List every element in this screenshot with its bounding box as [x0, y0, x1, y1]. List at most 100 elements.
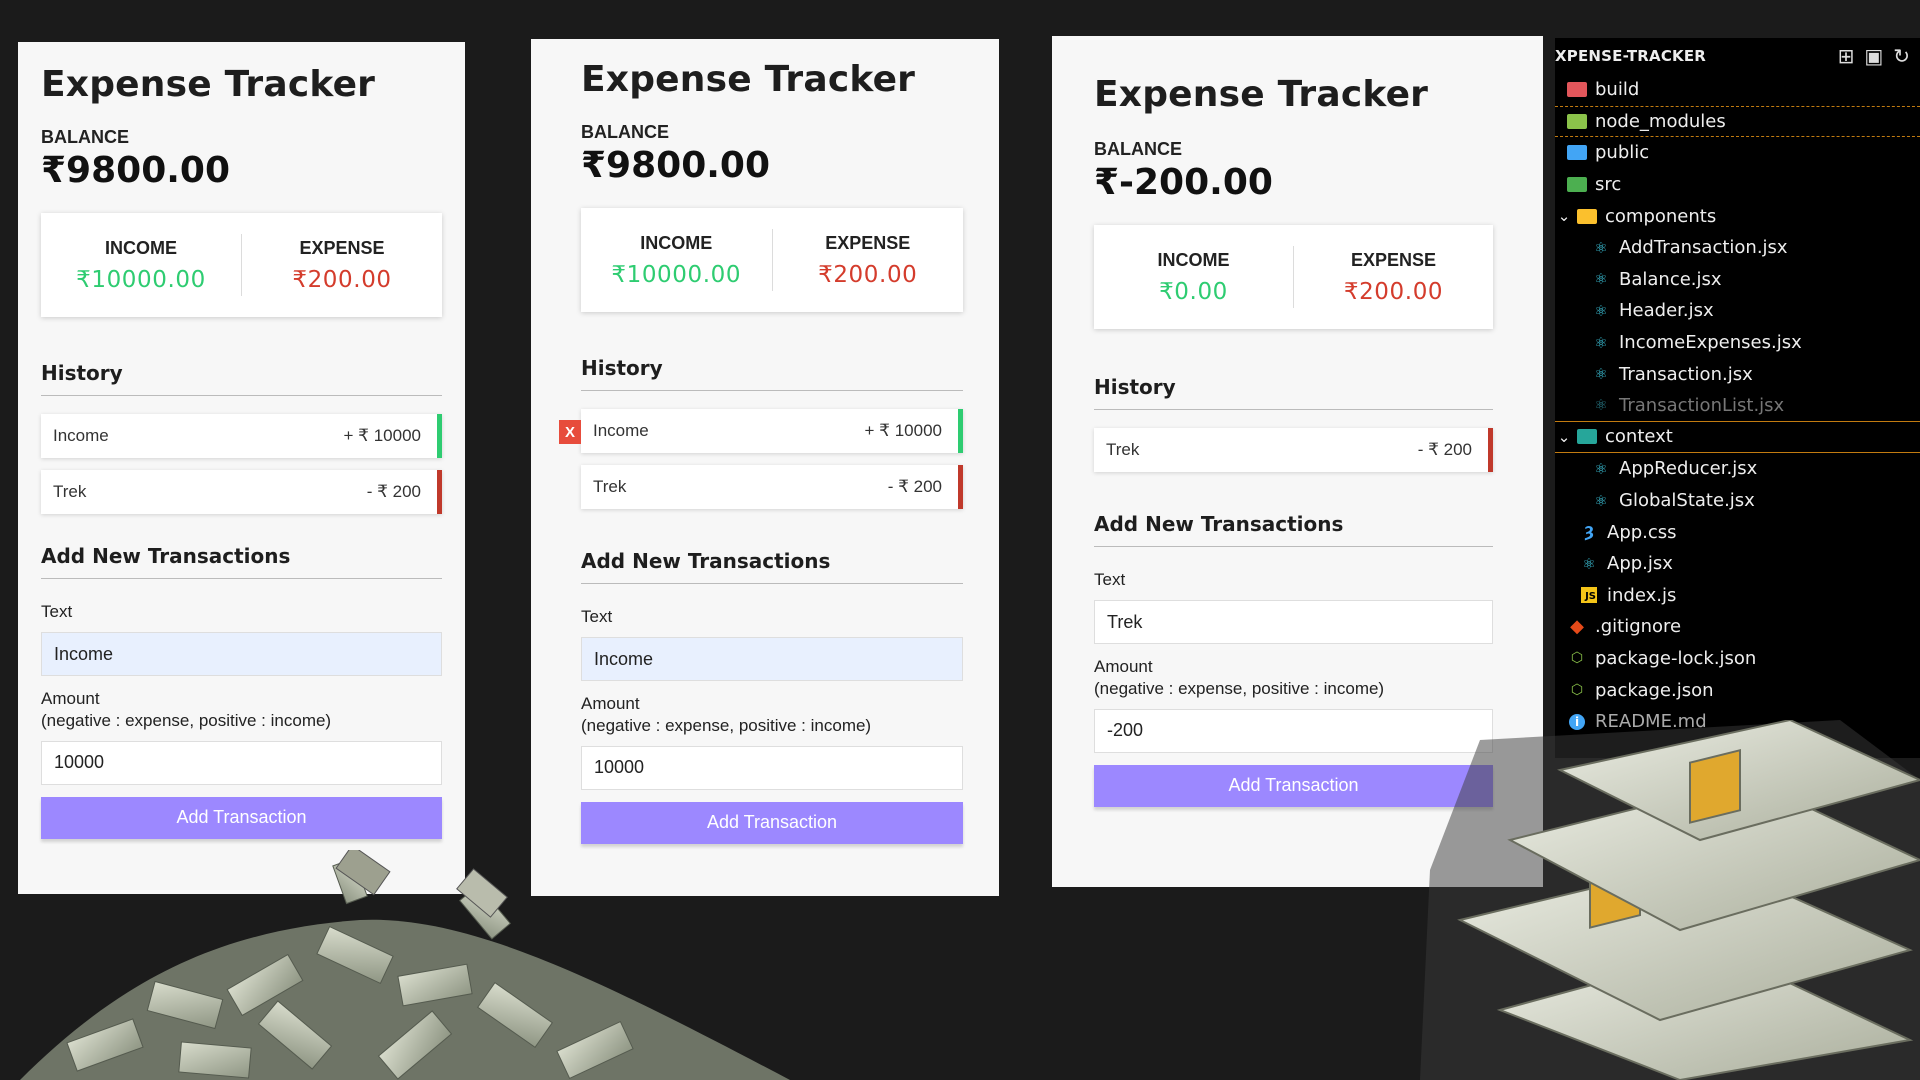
chevron-down-icon: ⌄: [1557, 427, 1571, 446]
tree-item-addtransaction[interactable]: ⚛ AddTransaction.jsx: [1555, 232, 1920, 264]
text-input[interactable]: [41, 632, 442, 677]
new-file-icon[interactable]: ⊞: [1838, 44, 1855, 68]
income-column: INCOME ₹10000.00: [41, 238, 241, 293]
transaction-amount: + ₹ 10000: [864, 421, 942, 440]
add-transaction-title: Add New Transactions: [581, 549, 963, 584]
tree-item-label: Balance.jsx: [1619, 268, 1722, 290]
text-label: Text: [1094, 570, 1126, 589]
expense-value: ₹200.00: [1343, 278, 1444, 305]
react-icon: ⚛: [1594, 365, 1608, 384]
tree-item-package-json[interactable]: ⬡ package.json: [1555, 674, 1920, 706]
income-expense-card: INCOME ₹0.00 EXPENSE ₹200.00: [1094, 225, 1493, 329]
income-value: ₹10000.00: [611, 261, 742, 288]
transaction-text: Income: [593, 421, 649, 440]
balance-value: ₹9800.00: [581, 145, 771, 186]
react-icon: ⚛: [1594, 396, 1608, 415]
tree-item-incomeexpenses[interactable]: ⚛ IncomeExpenses.jsx: [1555, 327, 1920, 359]
amount-label: Amount (negative : expense, positive : i…: [1094, 656, 1493, 699]
expense-value: ₹200.00: [818, 261, 918, 288]
tree-item-build[interactable]: build: [1555, 74, 1920, 106]
expense-column: EXPENSE ₹200.00: [242, 238, 442, 293]
tree-item-transactionlist[interactable]: ⚛ TransactionList.jsx: [1555, 390, 1920, 422]
expense-tracker-panel-1: Expense Tracker BALANCE ₹9800.00 INCOME …: [18, 42, 465, 894]
expense-value: ₹200.00: [292, 266, 392, 293]
folder-open-icon: [1575, 207, 1599, 225]
transaction-text: Trek: [53, 482, 87, 501]
css-icon: Ȝ: [1583, 523, 1595, 542]
history-title: History: [41, 361, 442, 396]
tree-item-app-jsx[interactable]: ⚛ App.jsx: [1555, 548, 1920, 580]
refresh-icon[interactable]: ↻: [1893, 44, 1910, 68]
tree-item-node-modules[interactable]: node_modules: [1555, 105, 1920, 138]
text-input[interactable]: [1094, 600, 1493, 645]
expense-label: EXPENSE: [299, 237, 385, 258]
npm-icon: ⬡: [1570, 682, 1584, 699]
tree-item-label: components: [1605, 205, 1717, 227]
list-item[interactable]: Trek - ₹ 200: [581, 465, 963, 509]
tree-item-globalstate[interactable]: ⚛ GlobalState.jsx: [1555, 485, 1920, 517]
folder-icon: [1565, 112, 1589, 130]
add-transaction-button[interactable]: Add Transaction: [581, 801, 963, 844]
tree-item-components[interactable]: ⌄ components: [1555, 200, 1920, 232]
amount-hint: (negative : expense, positive : income): [41, 710, 332, 730]
explorer-actions: ⊞ ▣ ↻: [1838, 44, 1910, 68]
tree-item-transaction[interactable]: ⚛ Transaction.jsx: [1555, 358, 1920, 390]
tree-item-index-js[interactable]: JS index.js: [1555, 580, 1920, 612]
list-item[interactable]: Trek - ₹ 200: [1094, 428, 1493, 472]
income-expense-card: INCOME ₹10000.00 EXPENSE ₹200.00: [41, 213, 442, 317]
income-label: INCOME: [1157, 249, 1230, 270]
transaction-amount: - ₹ 200: [1417, 440, 1472, 459]
income-expense-card: INCOME ₹10000.00 EXPENSE ₹200.00: [581, 208, 963, 312]
amount-label: Amount (negative : expense, positive : i…: [41, 688, 442, 731]
explorer-title: XPENSE-TRACKER: [1555, 47, 1707, 65]
expense-column: EXPENSE ₹200.00: [773, 233, 964, 288]
list-item[interactable]: X Income + ₹ 10000: [559, 409, 963, 453]
delete-button[interactable]: X: [559, 420, 581, 444]
transaction-amount: - ₹ 200: [887, 477, 942, 496]
tree-item-label: node_modules: [1595, 110, 1726, 132]
tree-item-label: TransactionList.jsx: [1619, 394, 1785, 416]
tree-item-src[interactable]: src: [1555, 169, 1920, 201]
app-title: Expense Tracker: [41, 64, 376, 105]
transaction-list: Trek - ₹ 200: [1094, 428, 1493, 472]
tree-item-app-css[interactable]: Ȝ App.css: [1555, 516, 1920, 548]
js-icon: JS: [1577, 586, 1601, 604]
explorer-header: XPENSE-TRACKER ⊞ ▣ ↻: [1555, 38, 1920, 74]
tree-item-balance[interactable]: ⚛ Balance.jsx: [1555, 264, 1920, 296]
amount-input[interactable]: [41, 740, 442, 785]
expense-label: EXPENSE: [1350, 249, 1437, 270]
text-input[interactable]: [581, 637, 963, 682]
amount-label: Amount (negative : expense, positive : i…: [581, 693, 963, 736]
react-icon: ⚛: [1594, 333, 1608, 352]
amount-label-text: Amount: [581, 694, 640, 714]
react-icon: ⚛: [1594, 491, 1608, 510]
add-transaction-button[interactable]: Add Transaction: [41, 796, 442, 839]
tree-item-label: src: [1595, 174, 1622, 196]
income-column: INCOME ₹10000.00: [581, 233, 772, 288]
income-column: INCOME ₹0.00: [1094, 250, 1293, 305]
expense-column: EXPENSE ₹200.00: [1294, 250, 1493, 305]
amount-label-text: Amount: [41, 689, 100, 709]
expense-tracker-panel-2: Expense Tracker BALANCE ₹9800.00 INCOME …: [531, 39, 999, 896]
balance-value: ₹9800.00: [41, 150, 231, 191]
transaction-list: Income + ₹ 10000 Trek - ₹ 200: [41, 414, 442, 514]
income-label: INCOME: [105, 237, 177, 258]
balance-label: BALANCE: [1094, 139, 1182, 159]
list-item[interactable]: Income + ₹ 10000: [41, 414, 442, 458]
tree-item-package-lock[interactable]: ⬡ package-lock.json: [1555, 643, 1920, 675]
react-icon: ⚛: [1594, 238, 1608, 257]
folder-open-icon: [1575, 428, 1599, 446]
list-item[interactable]: Trek - ₹ 200: [41, 470, 442, 514]
new-folder-icon[interactable]: ▣: [1864, 44, 1883, 68]
tree-item-public[interactable]: public: [1555, 137, 1920, 169]
balance-label: BALANCE: [41, 127, 129, 147]
tree-item-gitignore[interactable]: ◆ .gitignore: [1555, 611, 1920, 643]
expense-label: EXPENSE: [825, 232, 911, 253]
tree-item-appreducer[interactable]: ⚛ AppReducer.jsx: [1555, 453, 1920, 485]
tree-item-header[interactable]: ⚛ Header.jsx: [1555, 295, 1920, 327]
add-transaction-title: Add New Transactions: [41, 544, 442, 579]
tree-item-context[interactable]: ⌄ context: [1555, 422, 1920, 454]
transaction-list: X Income + ₹ 10000 Trek - ₹ 200: [559, 409, 963, 509]
transaction-text: Income: [53, 426, 109, 445]
amount-input[interactable]: [581, 745, 963, 790]
